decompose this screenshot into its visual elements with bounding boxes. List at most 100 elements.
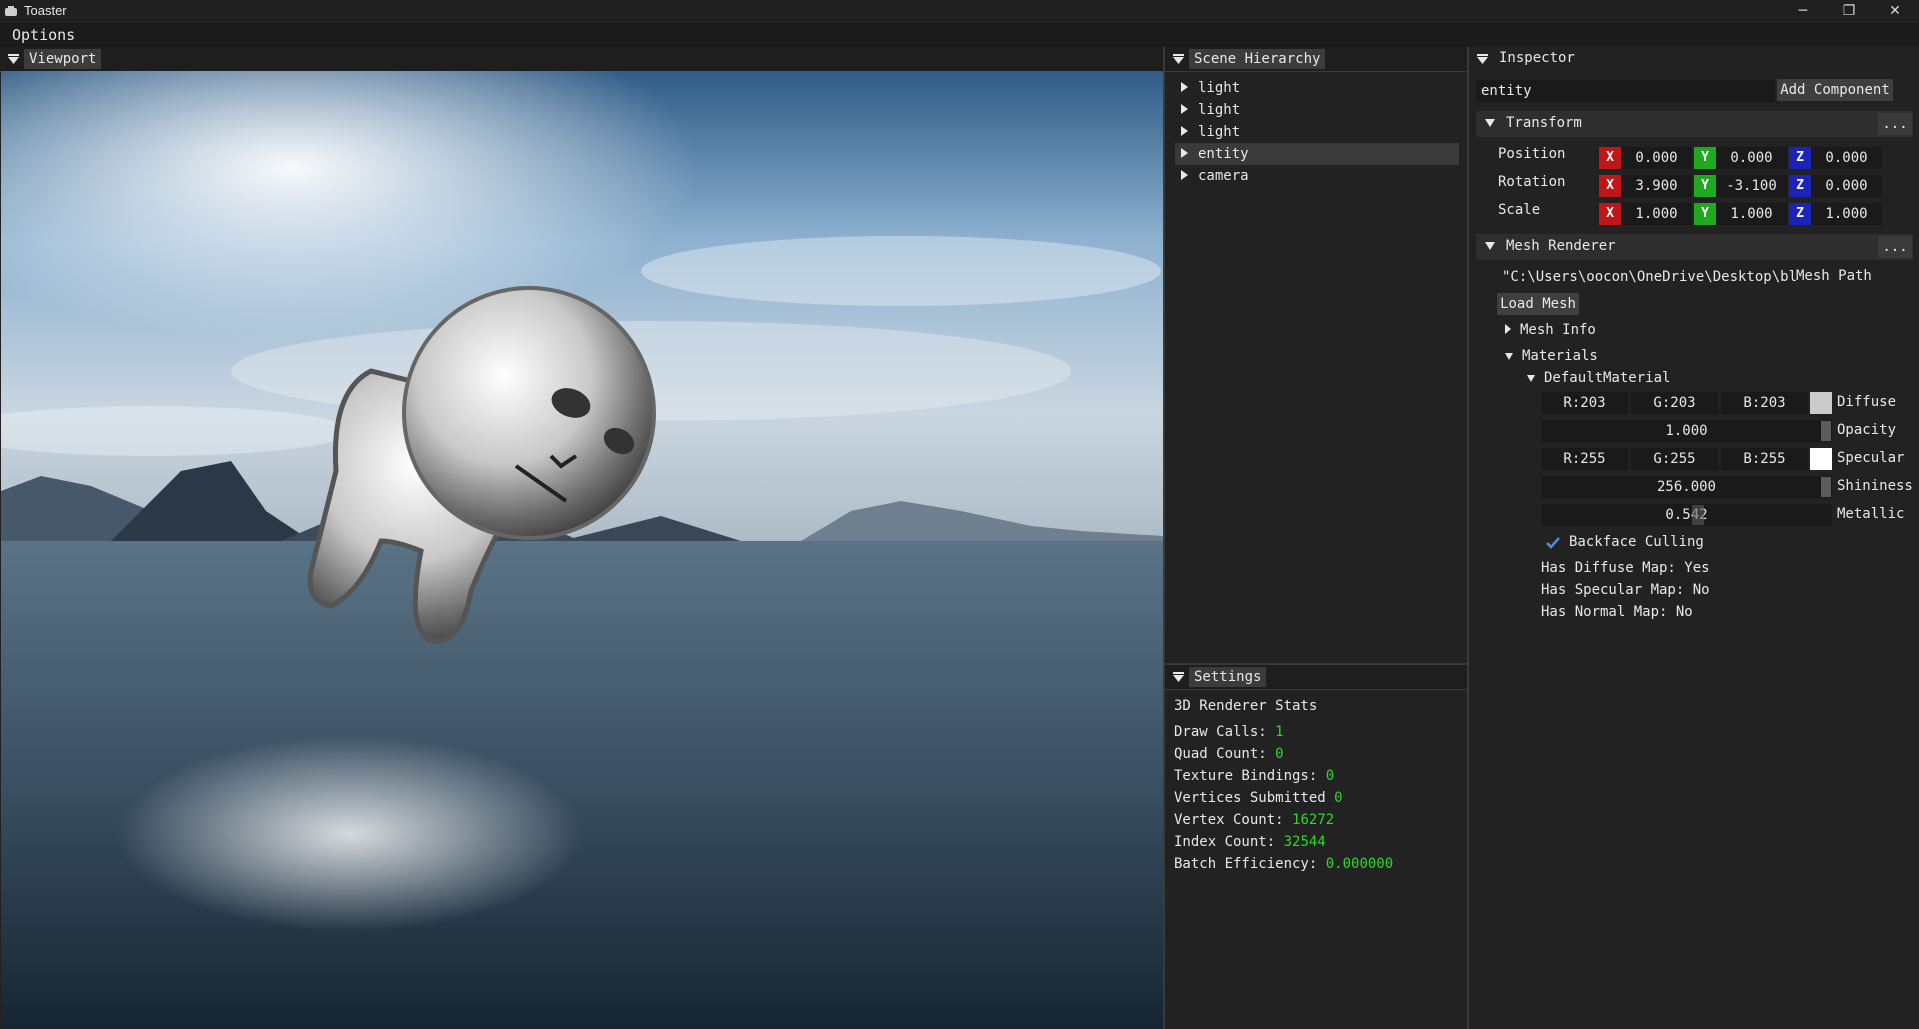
position-z-field[interactable]: 0.000 <box>1811 147 1882 169</box>
settings-header: Settings <box>1165 665 1467 690</box>
stat-texture-bindings: Texture Bindings: 0 <box>1174 765 1334 787</box>
specular-r-field[interactable]: R:255 <box>1541 448 1628 470</box>
title-bar: Toaster ─ ❐ ✕ <box>0 0 1919 23</box>
axis-z-badge: Z <box>1789 175 1811 197</box>
hierarchy-item-light[interactable]: light <box>1175 77 1459 99</box>
diffuse-r-field[interactable]: R:203 <box>1541 392 1628 414</box>
transform-title: Transform <box>1506 115 1582 131</box>
stat-label: Vertex Count: <box>1174 812 1284 828</box>
collapse-arrow-icon[interactable] <box>1173 54 1184 64</box>
viewport-header: Viewport <box>0 47 1164 72</box>
stat-vertex-count: Vertex Count: 16272 <box>1174 809 1334 831</box>
metallic-label: Metallic <box>1837 506 1905 522</box>
has-normal-map-text: Has Normal Map: No <box>1541 604 1693 620</box>
metallic-slider-grab[interactable] <box>1692 505 1704 525</box>
stat-label: Quad Count: <box>1174 746 1267 762</box>
stat-label: Texture Bindings: <box>1174 768 1318 784</box>
shininess-label: Shininess <box>1837 478 1913 494</box>
renderer-stats-title: 3D Renderer Stats <box>1174 698 1318 714</box>
expand-arrow-icon[interactable] <box>1181 148 1188 158</box>
scale-y-field[interactable]: 1.000 <box>1716 203 1787 225</box>
expand-arrow-icon[interactable] <box>1505 324 1511 334</box>
collapse-arrow-icon[interactable] <box>1485 119 1495 127</box>
scale-z-field[interactable]: 1.000 <box>1811 203 1882 225</box>
diffuse-g-field[interactable]: G:203 <box>1631 392 1718 414</box>
hierarchy-item-camera[interactable]: camera <box>1175 165 1459 187</box>
stat-value: 0 <box>1325 768 1335 784</box>
mesh-path-input[interactable]: "C:\Users\oocon\OneDrive\Desktop\bl‹ <box>1498 266 1797 288</box>
specular-b-field[interactable]: B:255 <box>1721 448 1808 470</box>
collapse-arrow-icon[interactable] <box>1505 352 1513 360</box>
position-label: Position <box>1498 146 1566 162</box>
rotation-z-field[interactable]: 0.000 <box>1811 175 1882 197</box>
stat-value: 0 <box>1275 746 1284 762</box>
transform-section-header[interactable]: Transform ... <box>1476 111 1913 137</box>
add-component-button[interactable]: Add Component <box>1777 79 1893 101</box>
scale-x-field[interactable]: 1.000 <box>1621 203 1692 225</box>
axis-x-badge: X <box>1599 203 1621 225</box>
stat-index-count: Index Count: 32544 <box>1174 831 1326 853</box>
expand-arrow-icon[interactable] <box>1181 82 1188 92</box>
opacity-slider-grab[interactable] <box>1821 421 1831 441</box>
default-material-label: DefaultMaterial <box>1544 370 1671 386</box>
mesh-renderer-menu-button[interactable]: ... <box>1878 236 1912 258</box>
default-material-node[interactable]: DefaultMaterial <box>1527 370 1670 386</box>
backface-culling-label: Backface Culling <box>1569 534 1704 550</box>
minimize-button[interactable]: ─ <box>1780 0 1826 23</box>
stat-value: 1 <box>1275 724 1284 740</box>
materials-label: Materials <box>1522 348 1598 364</box>
tab-settings[interactable]: Settings <box>1189 667 1267 687</box>
close-button[interactable]: ✕ <box>1872 0 1918 23</box>
hierarchy-item-label: light <box>1198 102 1241 118</box>
materials-node[interactable]: Materials <box>1505 348 1598 364</box>
tab-scene-hierarchy[interactable]: Scene Hierarchy <box>1189 49 1326 69</box>
mesh-info-node[interactable]: Mesh Info <box>1505 322 1596 338</box>
position-x-field[interactable]: 0.000 <box>1621 147 1692 169</box>
stat-batch-efficiency: Batch Efficiency: 0.000000 <box>1174 853 1393 875</box>
expand-arrow-icon[interactable] <box>1181 126 1188 136</box>
diffuse-b-field[interactable]: B:203 <box>1721 392 1808 414</box>
collapse-arrow-icon[interactable] <box>1485 242 1495 250</box>
shininess-slider-grab[interactable] <box>1821 477 1831 497</box>
collapse-arrow-icon[interactable] <box>1173 672 1184 682</box>
rotation-x-field[interactable]: 3.900 <box>1621 175 1692 197</box>
hierarchy-item-entity[interactable]: entity <box>1175 143 1459 165</box>
axis-x-badge: X <box>1599 147 1621 169</box>
entity-name-input[interactable]: entity <box>1476 80 1775 102</box>
expand-arrow-icon[interactable] <box>1181 170 1188 180</box>
hierarchy-item-light[interactable]: light <box>1175 121 1459 143</box>
window-title: Toaster <box>24 3 67 18</box>
collapse-arrow-icon[interactable] <box>8 54 19 64</box>
load-mesh-button[interactable]: Load Mesh <box>1497 293 1579 315</box>
collapse-arrow-icon[interactable] <box>1477 54 1488 64</box>
transform-menu-button[interactable]: ... <box>1878 113 1912 135</box>
viewport-render[interactable] <box>1 71 1163 1029</box>
specular-g-field[interactable]: G:255 <box>1631 448 1718 470</box>
maximize-button[interactable]: ❐ <box>1826 0 1872 23</box>
tab-inspector[interactable]: Inspector <box>1499 50 1575 66</box>
stat-value: 0.000000 <box>1325 856 1394 872</box>
axis-z-badge: Z <box>1789 147 1811 169</box>
stat-label: Batch Efficiency: <box>1174 856 1318 872</box>
axis-y-badge: Y <box>1694 147 1716 169</box>
backface-culling-checkbox[interactable] <box>1542 532 1564 554</box>
expand-arrow-icon[interactable] <box>1181 104 1188 114</box>
stat-label: Index Count: <box>1174 834 1276 850</box>
hierarchy-item-light[interactable]: light <box>1175 99 1459 121</box>
hierarchy-item-label: entity <box>1198 146 1249 162</box>
rotation-y-field[interactable]: -3.100 <box>1716 175 1787 197</box>
mesh-renderer-section-header[interactable]: Mesh Renderer ... <box>1476 234 1913 260</box>
axis-y-badge: Y <box>1694 175 1716 197</box>
opacity-slider[interactable]: 1.000 <box>1541 420 1832 442</box>
stat-draw-calls: Draw Calls: 1 <box>1174 721 1284 743</box>
menu-options[interactable]: Options <box>12 26 75 44</box>
shininess-slider[interactable]: 256.000 <box>1541 476 1832 498</box>
inspector-header: Inspector <box>1469 47 1919 71</box>
tab-viewport[interactable]: Viewport <box>24 49 102 69</box>
mesh-renderer-title: Mesh Renderer <box>1506 238 1616 254</box>
position-y-field[interactable]: 0.000 <box>1716 147 1787 169</box>
specular-color-swatch[interactable] <box>1810 448 1832 470</box>
collapse-arrow-icon[interactable] <box>1527 374 1535 382</box>
diffuse-color-swatch[interactable] <box>1810 392 1832 414</box>
metallic-slider[interactable]: 0.542 <box>1541 504 1832 526</box>
